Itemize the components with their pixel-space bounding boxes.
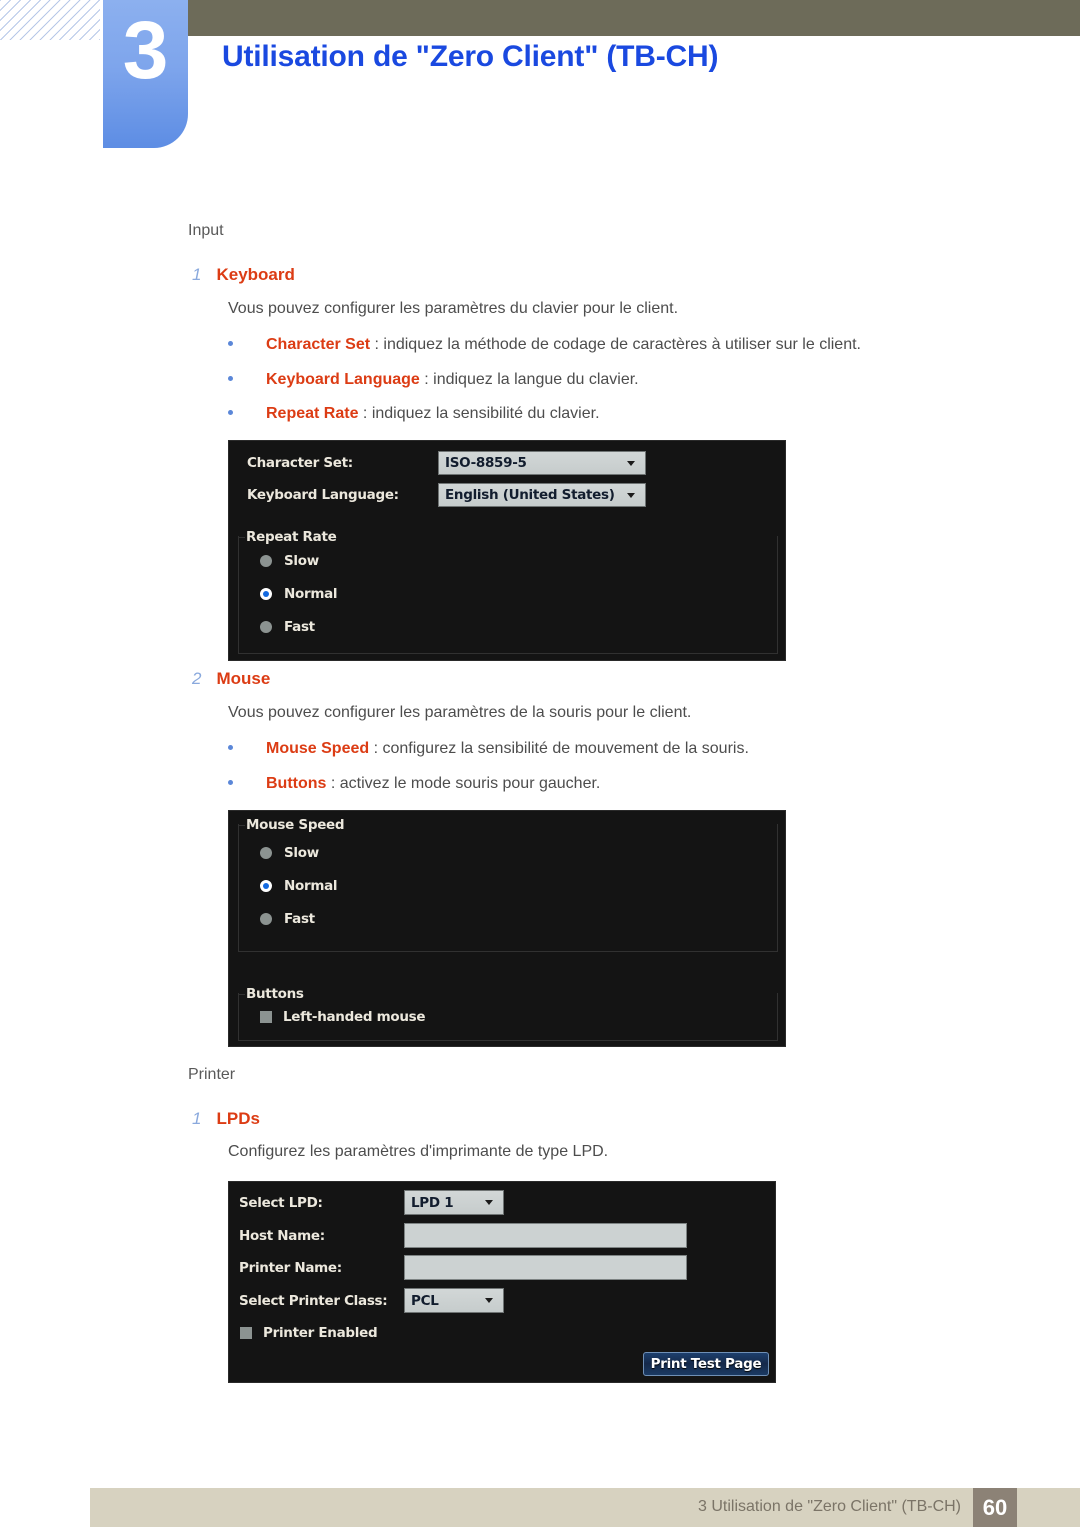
radio-label: Normal <box>284 878 338 894</box>
item-number: 2 <box>192 669 202 688</box>
keyboard-settings-panel: Character Set: ISO-8859-5 Keyboard Langu… <box>228 440 786 661</box>
bullet-term: Character Set <box>266 336 371 353</box>
chevron-down-icon <box>627 460 635 466</box>
radio-repeat-rate-slow[interactable]: Slow <box>260 553 319 569</box>
bullet-text: : indiquez la sensibilité du clavier. <box>358 405 600 422</box>
bullet-dot-icon <box>228 340 233 346</box>
numbered-item-lpds: 1 LPDs <box>192 1109 260 1129</box>
bullet-term: Mouse Speed <box>266 740 370 757</box>
checkbox-printer-enabled[interactable]: Printer Enabled <box>240 1325 378 1341</box>
corner-hatch-decoration <box>0 0 100 40</box>
keyboard-language-label: Keyboard Language: <box>247 487 399 503</box>
radio-label: Slow <box>284 553 319 569</box>
select-lpd-label: Select LPD: <box>239 1195 323 1211</box>
bullet-term: Keyboard Language <box>266 371 420 388</box>
bullet-buttons: Buttons : activez le mode souris pour ga… <box>228 775 600 793</box>
character-set-label: Character Set: <box>247 455 353 471</box>
chapter-tab: 3 <box>103 0 188 148</box>
radio-repeat-rate-fast[interactable]: Fast <box>260 619 315 635</box>
radio-icon <box>260 913 272 925</box>
radio-icon <box>260 621 272 633</box>
radio-label: Normal <box>284 586 338 602</box>
host-name-input[interactable] <box>404 1223 687 1248</box>
radio-label: Fast <box>284 619 315 635</box>
radio-label: Slow <box>284 845 319 861</box>
host-name-label: Host Name: <box>239 1228 325 1244</box>
repeat-rate-group-title: Repeat Rate <box>237 529 344 545</box>
checkbox-label: Left-handed mouse <box>283 1009 426 1025</box>
section-heading-printer: Printer <box>188 1066 236 1083</box>
radio-icon <box>260 555 272 567</box>
bullet-text: : indiquez la méthode de codage de carac… <box>370 336 861 353</box>
header-olive-bar <box>188 0 1080 36</box>
page-title: Utilisation de "Zero Client" (TB-CH) <box>222 40 719 73</box>
select-lpd-dropdown[interactable]: LPD 1 <box>404 1190 504 1215</box>
print-test-page-button[interactable]: Print Test Page <box>643 1352 769 1376</box>
item-label: Keyboard <box>216 265 295 284</box>
keyboard-language-dropdown[interactable]: English (United States) <box>438 483 646 507</box>
bullet-text: : indiquez la langue du clavier. <box>419 371 639 388</box>
chapter-number: 3 <box>122 5 169 96</box>
checkbox-icon <box>240 1327 252 1339</box>
select-lpd-value: LPD 1 <box>411 1194 454 1211</box>
bullet-term: Repeat Rate <box>266 405 359 422</box>
radio-selected-icon <box>260 880 272 892</box>
bullet-dot-icon <box>228 409 233 415</box>
radio-repeat-rate-normal[interactable]: Normal <box>260 586 338 602</box>
bullet-dot-icon <box>228 779 233 785</box>
item-label: LPDs <box>216 1109 260 1128</box>
checkbox-label: Printer Enabled <box>263 1325 378 1341</box>
bullet-character-set: Character Set : indiquez la méthode de c… <box>228 336 861 354</box>
numbered-item-mouse: 2 Mouse <box>192 669 270 689</box>
mouse-speed-group-title: Mouse Speed <box>237 817 352 833</box>
mouse-settings-panel: Mouse Speed Slow Normal Fast Buttons Lef… <box>228 810 786 1047</box>
character-set-value: ISO-8859-5 <box>445 455 527 471</box>
bullet-text: : configurez la sensibilité de mouvement… <box>369 740 749 757</box>
printer-class-label: Select Printer Class: <box>239 1293 388 1309</box>
bullet-text: : activez le mode souris pour gaucher. <box>326 775 601 792</box>
numbered-item-keyboard: 1 Keyboard <box>192 265 295 285</box>
item-label: Mouse <box>216 669 271 688</box>
radio-selected-icon <box>260 588 272 600</box>
paragraph-mouse: Vous pouvez configurer les paramètres de… <box>228 704 692 721</box>
bullet-dot-icon <box>228 744 233 750</box>
printer-class-dropdown[interactable]: PCL <box>404 1288 504 1313</box>
buttons-group-title: Buttons <box>238 986 311 1002</box>
paragraph-lpds: Configurez les paramètres d'imprimante d… <box>228 1143 609 1160</box>
radio-mouse-speed-fast[interactable]: Fast <box>260 911 315 927</box>
bullet-dot-icon <box>228 375 233 381</box>
bullet-mouse-speed: Mouse Speed : configurez la sensibilité … <box>228 740 749 758</box>
printer-class-value: PCL <box>411 1292 439 1309</box>
footer-text: 3 Utilisation de "Zero Client" (TB-CH) <box>698 1498 961 1515</box>
printer-name-label: Printer Name: <box>239 1260 342 1276</box>
checkbox-icon <box>260 1011 272 1023</box>
bullet-keyboard-language: Keyboard Language : indiquez la langue d… <box>228 371 639 389</box>
section-heading-input: Input <box>188 222 224 239</box>
chevron-down-icon <box>485 1298 493 1303</box>
chevron-down-icon <box>627 492 635 498</box>
bullet-repeat-rate: Repeat Rate : indiquez la sensibilité du… <box>228 405 600 423</box>
item-number: 1 <box>192 1109 202 1128</box>
radio-icon <box>260 847 272 859</box>
checkbox-left-handed-mouse[interactable]: Left-handed mouse <box>260 1009 426 1025</box>
character-set-dropdown[interactable]: ISO-8859-5 <box>438 451 646 475</box>
radio-mouse-speed-slow[interactable]: Slow <box>260 845 319 861</box>
radio-mouse-speed-normal[interactable]: Normal <box>260 878 338 894</box>
bullet-term: Buttons <box>266 775 327 792</box>
keyboard-language-value: English (United States) <box>445 487 615 503</box>
item-number: 1 <box>192 265 202 284</box>
page-number-badge: 60 <box>973 1488 1017 1527</box>
printer-settings-panel: Select LPD: LPD 1 Host Name: Printer Nam… <box>228 1181 776 1383</box>
printer-name-input[interactable] <box>404 1255 687 1280</box>
chevron-down-icon <box>485 1200 493 1205</box>
radio-label: Fast <box>284 911 315 927</box>
paragraph-keyboard: Vous pouvez configurer les paramètres du… <box>228 300 679 317</box>
